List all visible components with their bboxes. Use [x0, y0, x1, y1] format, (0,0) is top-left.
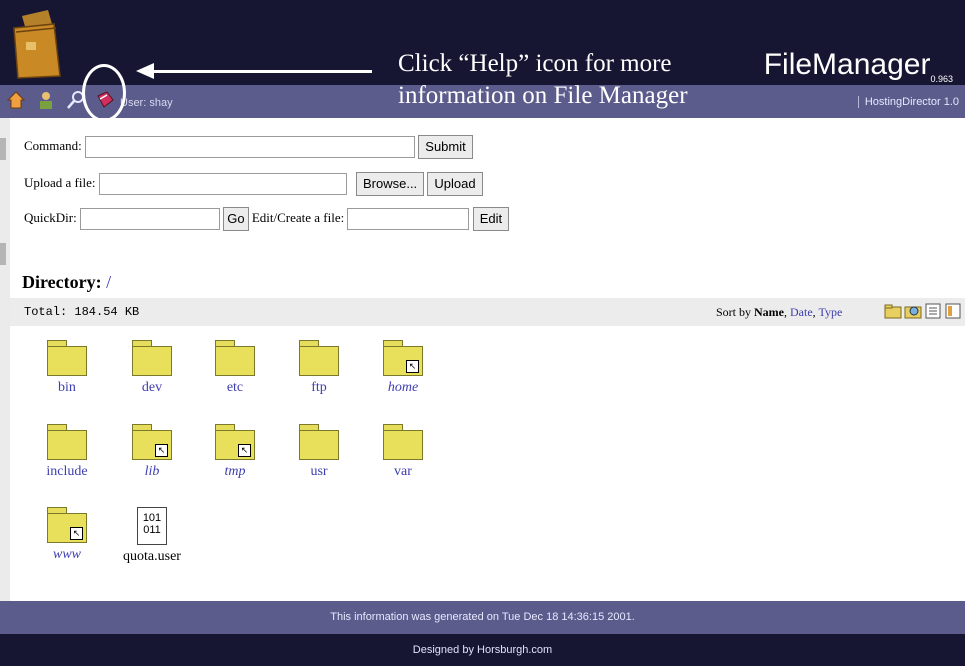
upload-button[interactable]: Upload	[427, 172, 483, 196]
upload-file-input[interactable]	[98, 173, 347, 195]
folder-link-icon: ↖	[47, 507, 87, 543]
folder-link-icon: ↖	[383, 340, 423, 376]
folder-icon	[47, 424, 87, 460]
new-folder-icon[interactable]	[884, 302, 902, 320]
item-name[interactable]: include	[32, 464, 102, 480]
folder-item[interactable]: bin	[32, 340, 102, 396]
quickdir-label: QuickDir:	[24, 209, 77, 225]
file-glyph-line: 101	[142, 512, 162, 524]
item-name[interactable]: quota.user	[117, 549, 187, 565]
edit-create-label: Edit/Create a file:	[251, 209, 345, 225]
folder-body	[47, 346, 87, 376]
folder-item[interactable]: include	[32, 424, 102, 480]
folder-icon	[299, 340, 339, 376]
callout-arrow-line	[152, 70, 372, 73]
folder-item[interactable]: etc	[200, 340, 270, 396]
item-name[interactable]: dev	[117, 380, 187, 396]
symlink-arrow-icon: ↖	[238, 444, 251, 457]
folder-body	[132, 346, 172, 376]
app-title: FileManager0.963	[764, 48, 953, 84]
sort-by-date[interactable]: Date	[790, 305, 813, 319]
directory-label: Directory:	[22, 272, 102, 292]
upload-row: Upload a file: Browse... Upload	[24, 172, 483, 196]
list-view-icon[interactable]	[924, 302, 942, 320]
folder-link-icon: ↖	[132, 424, 172, 460]
quickdir-input[interactable]	[79, 208, 220, 230]
command-row: Command: Submit	[24, 135, 473, 159]
folder-item[interactable]: ftp	[284, 340, 354, 396]
folder-body	[299, 346, 339, 376]
folder-item[interactable]: dev	[117, 340, 187, 396]
user-label: User: shay	[120, 97, 173, 109]
directory-heading: Directory: /	[22, 272, 111, 293]
left-gutter	[0, 118, 10, 601]
item-name[interactable]: tmp	[200, 464, 270, 480]
hostingdirector-link[interactable]: HostingDirector 1.0	[857, 96, 959, 108]
collapse-handle[interactable]	[0, 243, 6, 265]
quickdir-row: QuickDir: Go Edit/Create a file: Edit	[24, 207, 510, 231]
folder-icon	[383, 424, 423, 460]
app-title-text: FileManager	[763, 48, 931, 81]
folder-item[interactable]: usr	[284, 424, 354, 480]
folder-icon	[47, 340, 87, 376]
edit-file-input[interactable]	[347, 208, 470, 230]
item-name[interactable]: lib	[117, 464, 187, 480]
sort-by-name[interactable]: Name	[754, 305, 784, 319]
edit-button[interactable]: Edit	[472, 207, 510, 231]
generated-info: This information was generated on Tue De…	[0, 601, 965, 634]
item-name[interactable]: ftp	[284, 380, 354, 396]
item-name[interactable]: etc	[200, 380, 270, 396]
folder-item[interactable]: ↖ home	[368, 340, 438, 396]
find-files-icon[interactable]	[904, 302, 922, 320]
folder-icon	[132, 340, 172, 376]
directory-toolbar: Total: 184.54 KB Sort by Name, Date, Typ…	[10, 298, 965, 326]
directory-path-link[interactable]: /	[106, 272, 111, 292]
item-name[interactable]: www	[32, 547, 102, 563]
help-callout: Click “Help” icon for more information o…	[398, 48, 728, 112]
symlink-arrow-icon: ↖	[406, 360, 419, 373]
folder-body	[383, 430, 423, 460]
home-icon[interactable]	[6, 90, 26, 110]
folder-item[interactable]: ↖ lib	[117, 424, 187, 480]
upload-label: Upload a file:	[24, 174, 96, 190]
symlink-arrow-icon: ↖	[70, 527, 83, 540]
item-name[interactable]: usr	[284, 464, 354, 480]
item-name[interactable]: var	[368, 464, 438, 480]
sort-options: Sort by Name, Date, Type	[716, 305, 843, 319]
collapse-handle[interactable]	[0, 138, 6, 160]
go-button[interactable]: Go	[223, 207, 249, 231]
folder-item[interactable]: ↖ www	[32, 507, 102, 563]
command-label: Command:	[24, 137, 82, 153]
help-highlight-circle	[82, 64, 126, 122]
folder-item[interactable]: ↖ tmp	[200, 424, 270, 480]
callout-line-2: information on File Manager	[398, 82, 688, 109]
details-view-icon[interactable]	[944, 302, 962, 320]
filemanager-logo-icon	[13, 10, 61, 79]
sort-by-type[interactable]: Type	[818, 305, 842, 319]
item-name[interactable]: home	[368, 380, 438, 396]
browse-button[interactable]: Browse...	[355, 172, 425, 196]
submit-button[interactable]: Submit	[418, 135, 473, 159]
folder-link-icon: ↖	[215, 424, 255, 460]
callout-line-1: Click “Help” icon for more	[398, 50, 672, 77]
symlink-arrow-icon: ↖	[155, 444, 168, 457]
folder-body	[47, 430, 87, 460]
command-input[interactable]	[85, 136, 416, 158]
folder-icon	[299, 424, 339, 460]
folder-icon	[215, 340, 255, 376]
folder-body	[299, 430, 339, 460]
designed-by: Designed by Horsburgh.com	[0, 634, 965, 666]
folder-body	[215, 346, 255, 376]
file-glyph-line: 011	[143, 524, 161, 536]
app-version: 0.963	[930, 74, 953, 84]
item-name[interactable]: bin	[32, 380, 102, 396]
sort-prefix: Sort by	[716, 305, 752, 319]
binary-file-icon: 101 011	[137, 507, 167, 545]
folder-item[interactable]: var	[368, 424, 438, 480]
total-size: Total: 184.54 KB	[24, 305, 140, 319]
users-icon[interactable]	[36, 90, 56, 110]
file-item[interactable]: 101 011 quota.user	[117, 507, 187, 565]
